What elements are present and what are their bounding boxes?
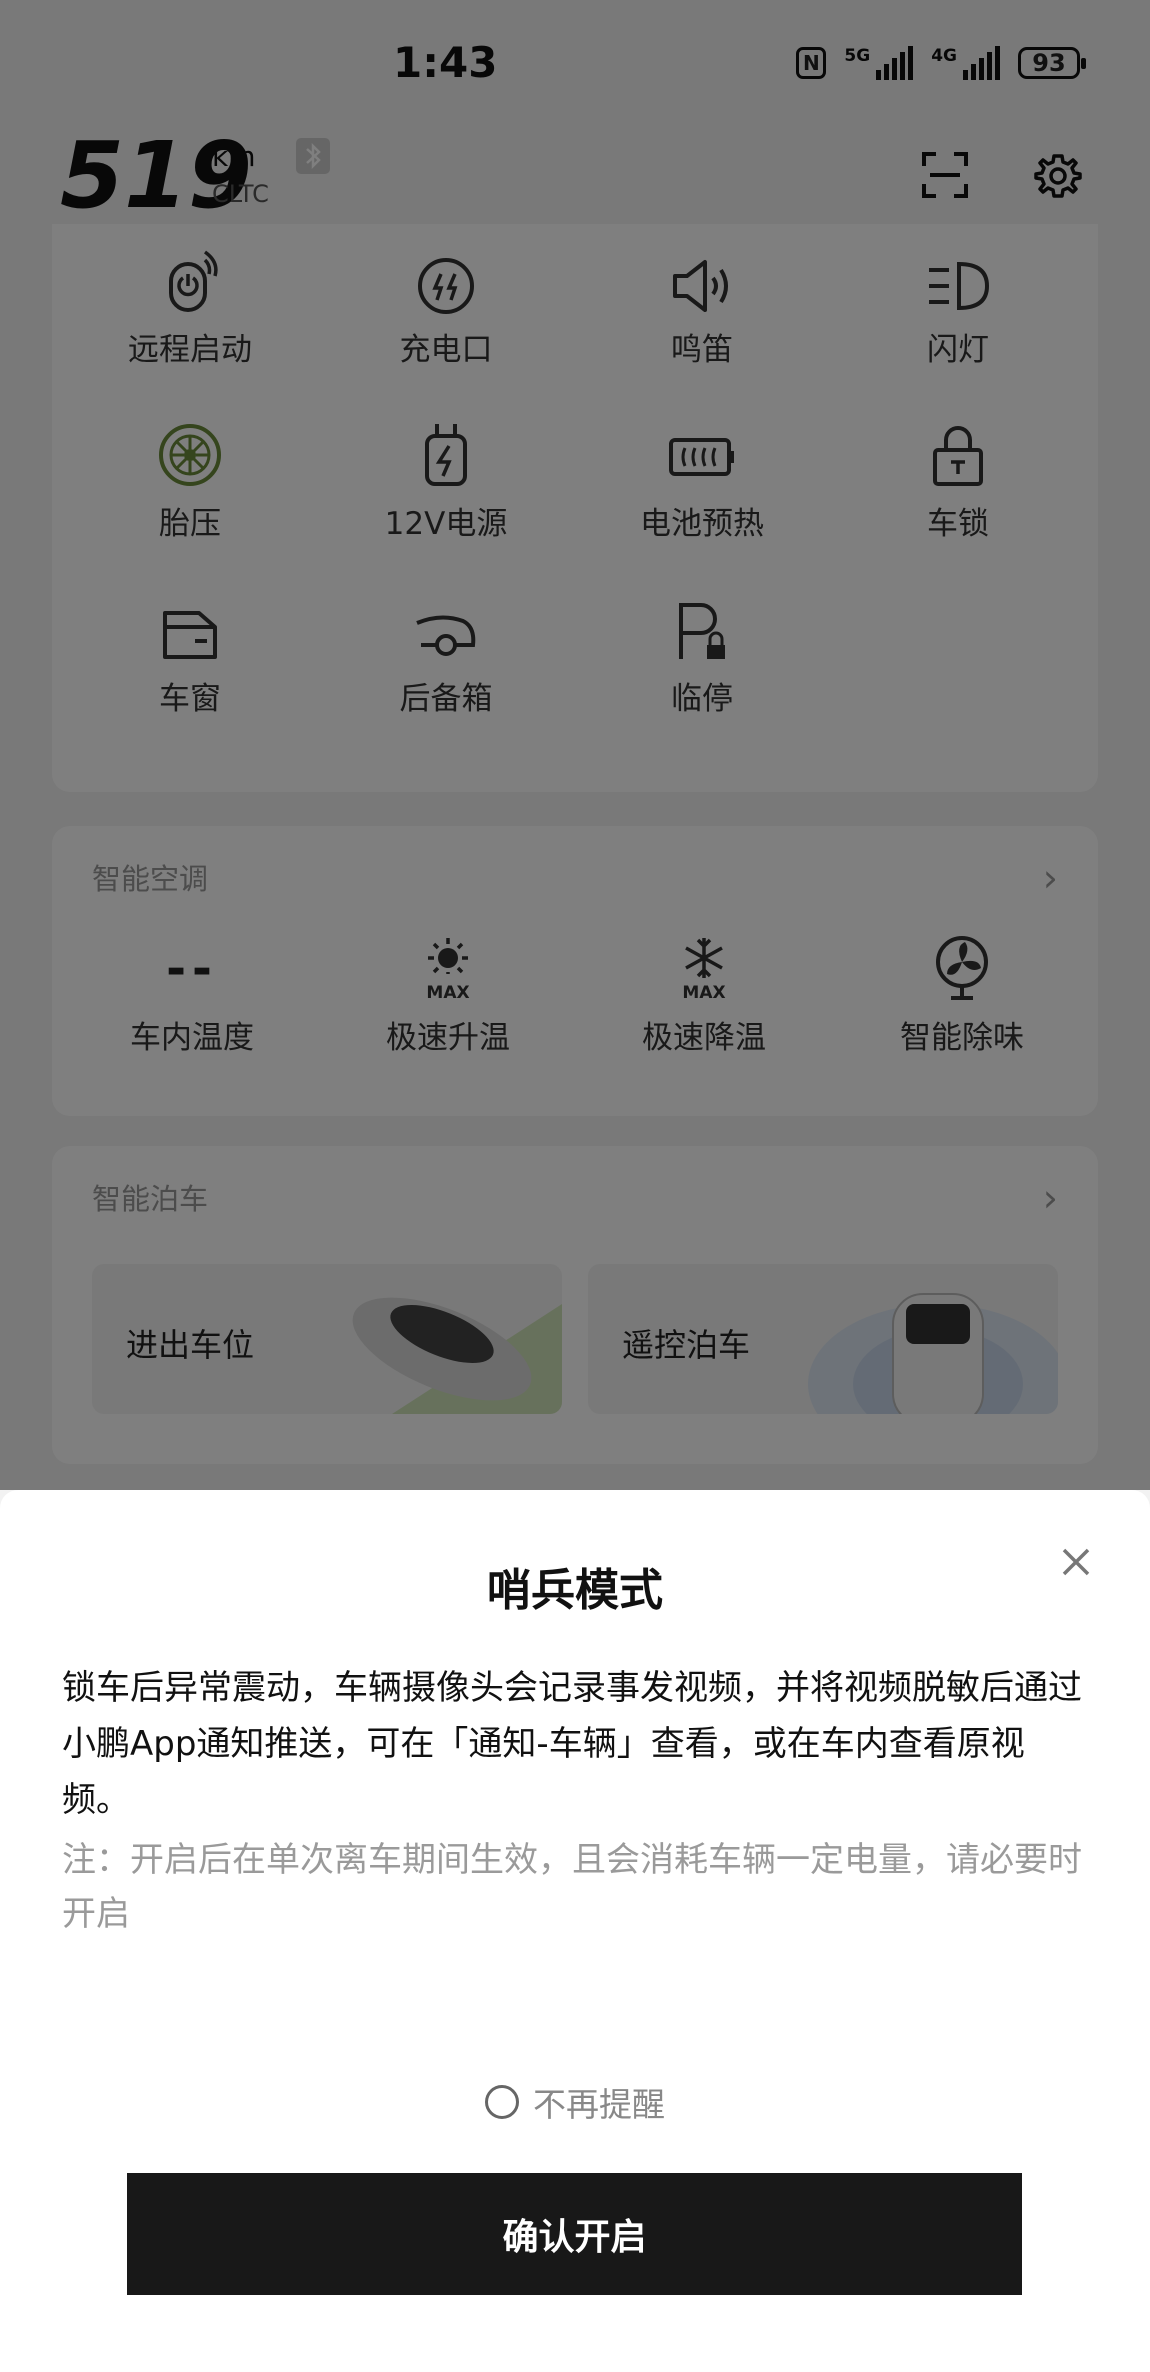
close-icon[interactable] [1056,1542,1096,1582]
dialog-note: 注：开启后在单次离车期间生效，且会消耗车辆一定电量，请必要时开启 [62,1840,1082,1934]
modal-backdrop[interactable] [0,0,1150,1490]
dialog-description: 锁车后异常震动，车辆摄像头会记录事发视频，并将视频脱敏后通过小鹏App通知推送，… [62,1668,1082,1820]
radio-circle-icon[interactable] [485,2085,519,2119]
dialog-title: 哨兵模式 [487,1565,663,1616]
dont-remind-checkbox[interactable]: 不再提醒 [0,2078,1150,2126]
confirm-enable-button[interactable]: 确认开启 [127,2173,1022,2295]
sentry-mode-dialog: 哨兵模式 锁车后异常震动，车辆摄像头会记录事发视频，并将视频脱敏后通过小鹏App… [0,1490,1150,2372]
dont-remind-label: 不再提醒 [533,2085,665,2124]
